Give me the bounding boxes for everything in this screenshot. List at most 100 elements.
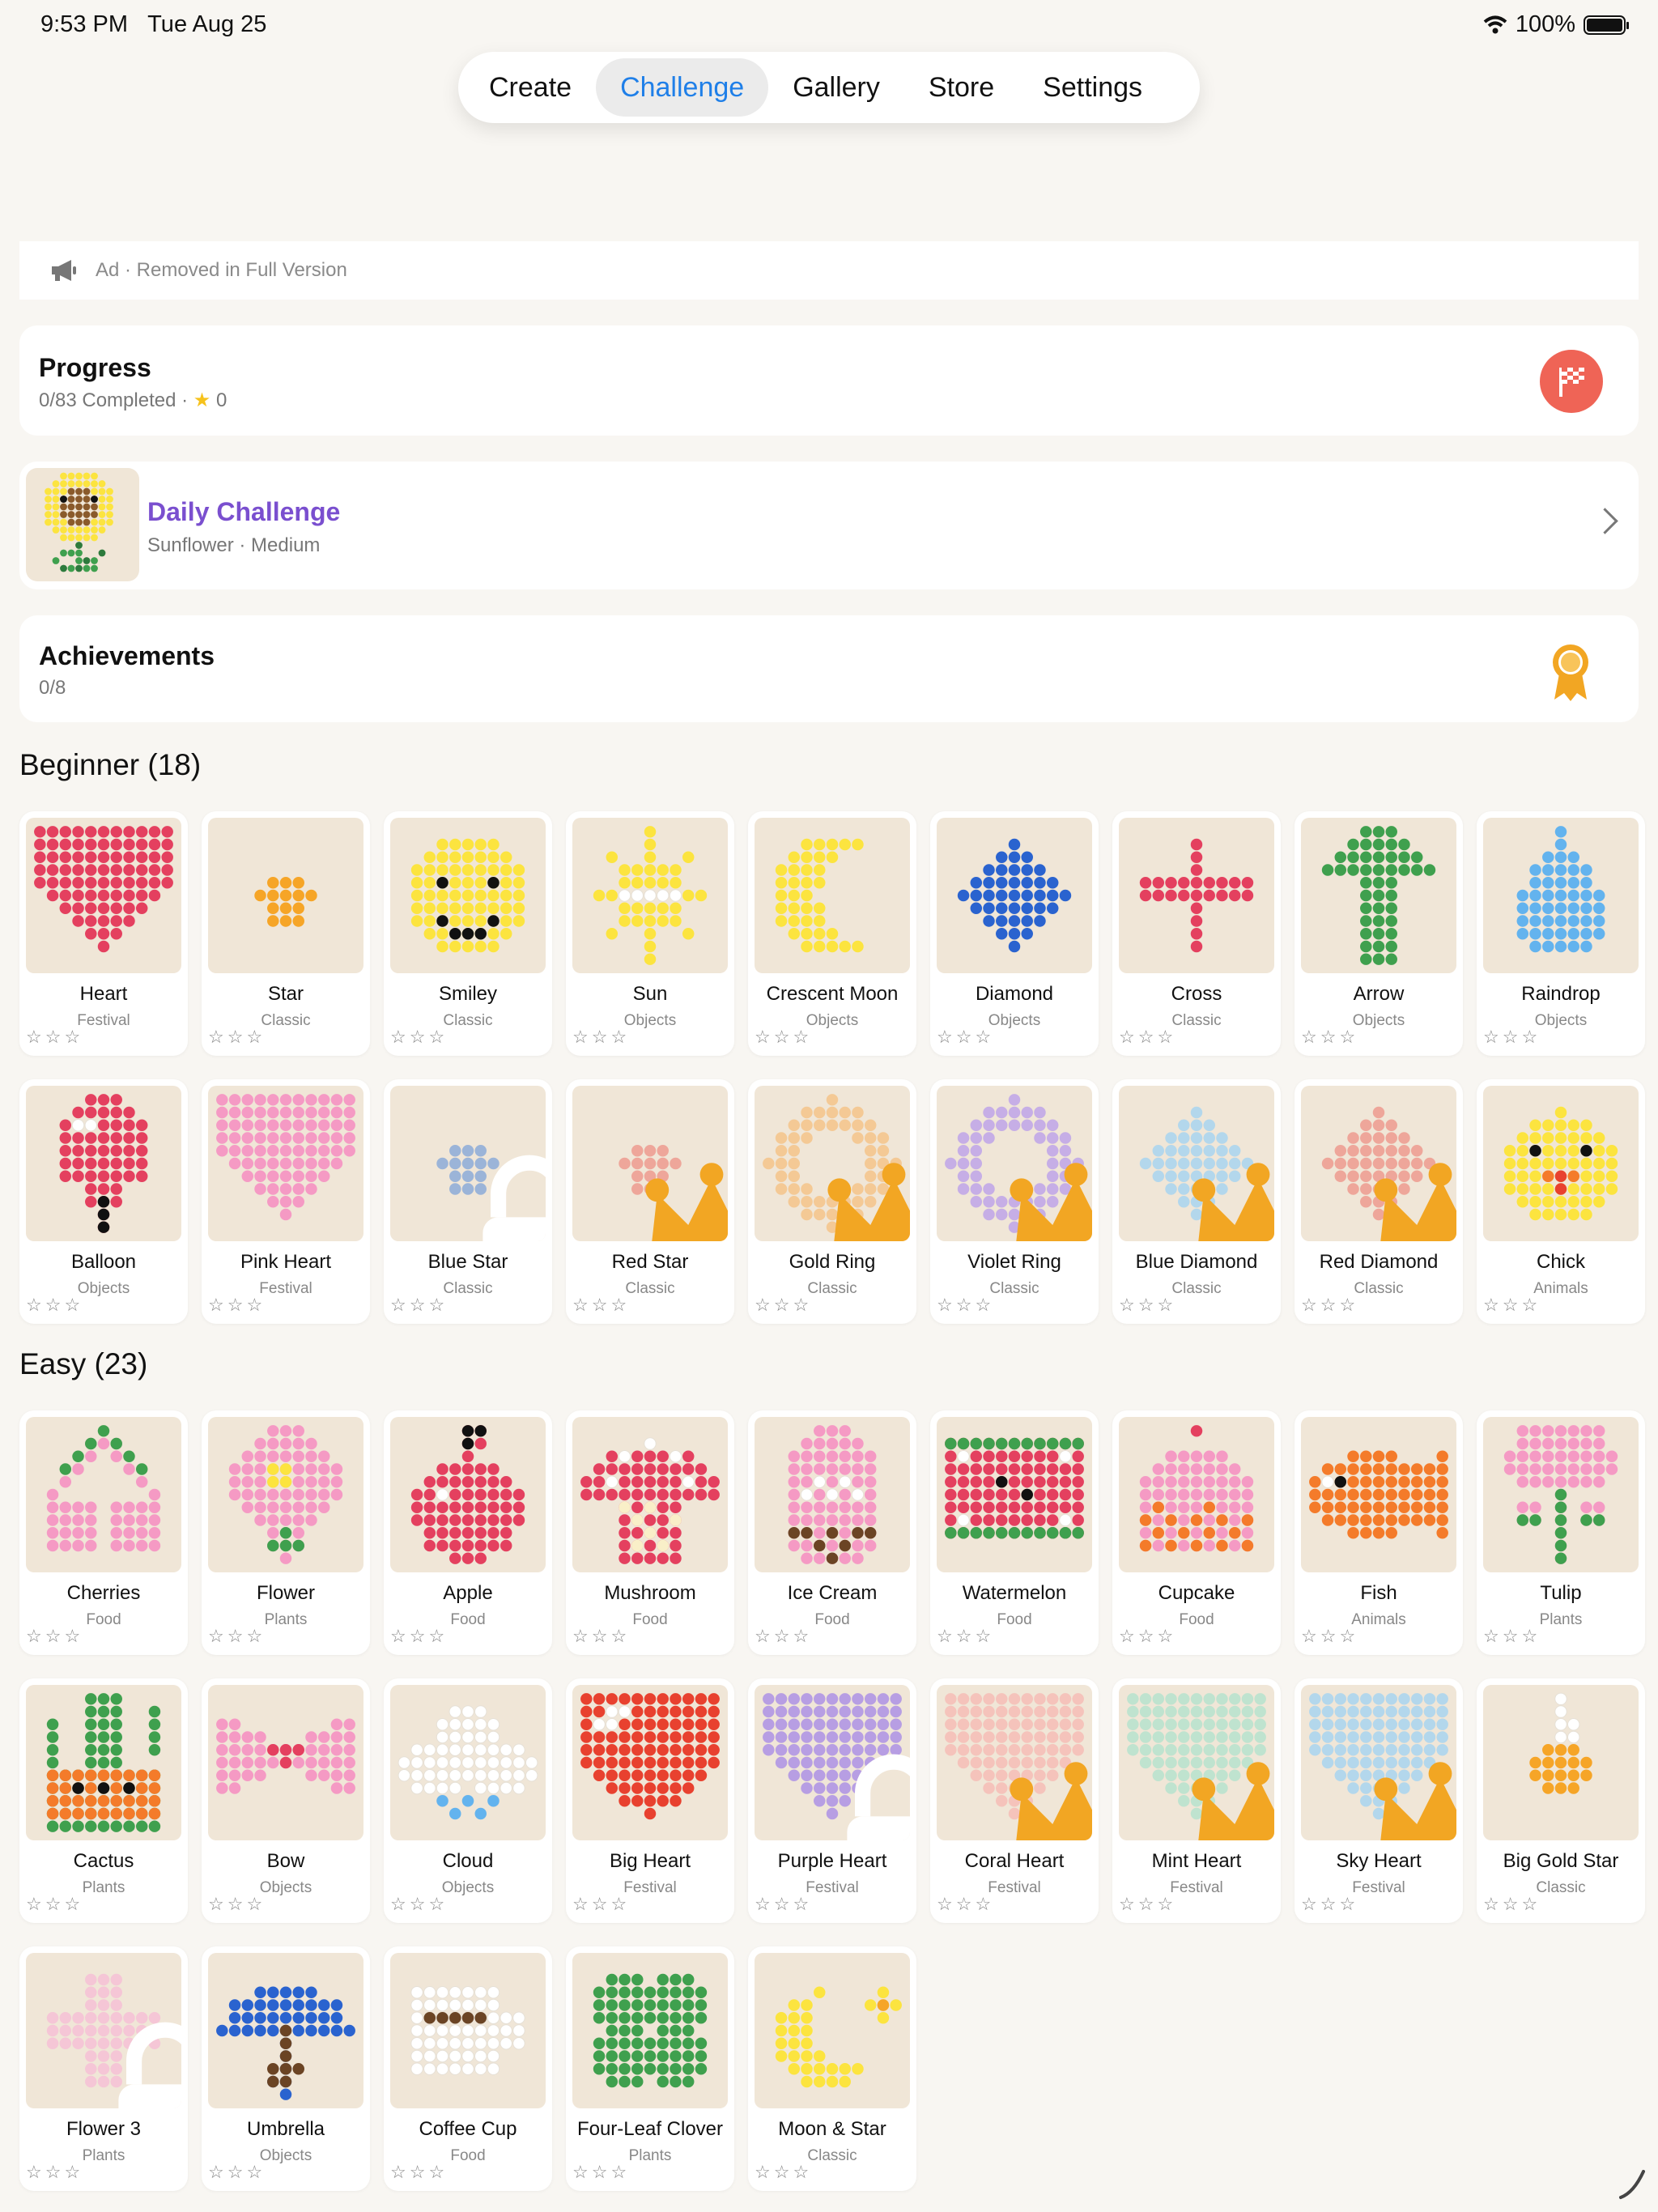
puzzle-tile[interactable]: Sky Heart Festival ☆☆☆	[1295, 1678, 1463, 1923]
puzzle-tile[interactable]: Flower Plants ☆☆☆	[202, 1410, 370, 1655]
puzzle-thumbnail	[572, 1417, 728, 1572]
puzzle-tile[interactable]: Heart Festival ☆☆☆	[19, 811, 188, 1056]
puzzle-tile[interactable]: Mushroom Food ☆☆☆	[566, 1410, 734, 1655]
bead-art	[593, 1973, 708, 2088]
puzzle-tile[interactable]: Ice Cream Food ☆☆☆	[748, 1410, 916, 1655]
tab-settings[interactable]: Settings	[1018, 58, 1167, 117]
puzzle-name: Diamond	[975, 983, 1054, 1005]
achievements-card[interactable]: Achievements 0/8	[19, 615, 1639, 722]
puzzle-thumbnail	[208, 818, 363, 973]
puzzle-tile[interactable]: Tulip Plants ☆☆☆	[1477, 1410, 1645, 1655]
daily-challenge-card[interactable]: Daily Challenge Sunflower · Medium	[19, 462, 1639, 589]
star-rating-icon: ☆☆☆	[572, 1027, 631, 1047]
puzzle-tile[interactable]: Apple Food ☆☆☆	[384, 1410, 552, 1655]
puzzle-tile[interactable]: Mint Heart Festival ☆☆☆	[1112, 1678, 1281, 1923]
daily-challenge-title: Daily Challenge	[147, 497, 341, 526]
puzzle-thumbnail	[1301, 1086, 1456, 1241]
battery-icon	[1584, 15, 1629, 35]
star-rating-icon: ☆☆☆	[572, 1894, 631, 1914]
puzzle-tile[interactable]: Cherries Food ☆☆☆	[19, 1410, 188, 1655]
puzzle-tile[interactable]: Crescent Moon Objects ☆☆☆	[748, 811, 916, 1056]
puzzle-tile[interactable]: Gold Ring Classic ☆☆☆	[748, 1079, 916, 1324]
tab-create[interactable]: Create	[465, 58, 596, 117]
puzzle-tile[interactable]: Violet Ring Classic ☆☆☆	[930, 1079, 1099, 1324]
puzzle-tile[interactable]: Smiley Classic ☆☆☆	[384, 811, 552, 1056]
bead-art	[593, 826, 708, 965]
puzzle-tile[interactable]: Coral Heart Festival ☆☆☆	[930, 1678, 1099, 1923]
puzzle-tile[interactable]: Watermelon Food ☆☆☆	[930, 1410, 1099, 1655]
bead-art	[1503, 1106, 1618, 1221]
puzzle-tile[interactable]: Blue Diamond Classic ☆☆☆	[1112, 1079, 1281, 1324]
bead-art	[216, 1094, 355, 1221]
crown-icon	[827, 1163, 910, 1241]
puzzle-tile[interactable]: Blue Star Classic ☆☆☆	[384, 1079, 552, 1324]
puzzle-tile[interactable]: Purple Heart Festival ☆☆☆	[748, 1678, 916, 1923]
puzzle-tile[interactable]: Umbrella Objects ☆☆☆	[202, 1946, 370, 2191]
tab-gallery[interactable]: Gallery	[768, 58, 904, 117]
puzzle-tile[interactable]: Cactus Plants ☆☆☆	[19, 1678, 188, 1923]
star-rating-icon: ☆☆☆	[755, 1295, 813, 1315]
puzzle-tile[interactable]: Red Diamond Classic ☆☆☆	[1295, 1079, 1463, 1324]
puzzle-name: Big Gold Star	[1503, 1850, 1619, 1872]
scroll-indicator[interactable]	[1618, 2168, 1647, 2201]
puzzle-thumbnail	[26, 1953, 181, 2108]
puzzle-thumbnail	[390, 1417, 546, 1572]
star-rating-icon: ☆☆☆	[1301, 1295, 1359, 1315]
puzzle-name: Red Diamond	[1319, 1251, 1439, 1273]
puzzle-name: Apple	[443, 1582, 493, 1604]
puzzle-tile[interactable]: Raindrop Objects ☆☆☆	[1477, 811, 1645, 1056]
star-rating-icon: ☆☆☆	[937, 1295, 995, 1315]
puzzle-thumbnail	[1119, 818, 1274, 973]
lock-icon	[847, 1754, 910, 1840]
puzzle-tile[interactable]: Chick Animals ☆☆☆	[1477, 1079, 1645, 1324]
checkered-flag-icon[interactable]	[1540, 350, 1603, 413]
puzzle-tile[interactable]: Pink Heart Festival ☆☆☆	[202, 1079, 370, 1324]
bead-art	[34, 826, 173, 953]
puzzle-thumbnail	[208, 1953, 363, 2108]
puzzle-name: Smiley	[438, 983, 497, 1005]
progress-title: Progress	[39, 353, 151, 382]
puzzle-tile[interactable]: Coffee Cup Food ☆☆☆	[384, 1946, 552, 2191]
puzzle-tile[interactable]: Big Heart Festival ☆☆☆	[566, 1678, 734, 1923]
puzzle-tile[interactable]: Bow Objects ☆☆☆	[202, 1678, 370, 1923]
puzzle-tile[interactable]: Fish Animals ☆☆☆	[1295, 1410, 1463, 1655]
crown-icon	[1374, 1762, 1456, 1840]
puzzle-thumbnail	[208, 1417, 363, 1572]
star-rating-icon: ☆☆☆	[26, 1626, 84, 1646]
puzzle-name: Cloud	[442, 1850, 494, 1872]
puzzle-tile[interactable]: Diamond Objects ☆☆☆	[930, 811, 1099, 1056]
puzzle-name: Arrow	[1353, 983, 1405, 1005]
puzzle-tile[interactable]: Star Classic ☆☆☆	[202, 811, 370, 1056]
tab-store[interactable]: Store	[904, 58, 1018, 117]
puzzle-tile[interactable]: Moon & Star Classic ☆☆☆	[748, 1946, 916, 2191]
puzzle-tile[interactable]: Red Star Classic ☆☆☆	[566, 1079, 734, 1324]
puzzle-thumbnail	[755, 1953, 910, 2108]
ad-banner[interactable]: Ad · Removed in Full Version	[19, 241, 1639, 300]
puzzle-name: Flower	[256, 1582, 315, 1604]
star-rating-icon: ☆☆☆	[208, 1027, 266, 1047]
puzzle-thumbnail	[1119, 1417, 1274, 1572]
puzzle-tile[interactable]: Cupcake Food ☆☆☆	[1112, 1410, 1281, 1655]
progress-card[interactable]: Progress 0/83 Completed · ★ 0	[19, 325, 1639, 436]
puzzle-tile[interactable]: Flower 3 Plants ☆☆☆	[19, 1946, 188, 2191]
section-title-easy: Easy (23)	[19, 1347, 148, 1380]
puzzle-thumbnail	[390, 1685, 546, 1840]
puzzle-tile[interactable]: Cloud Objects ☆☆☆	[384, 1678, 552, 1923]
star-rating-icon: ☆☆☆	[208, 2162, 266, 2182]
puzzle-thumbnail	[1483, 1086, 1639, 1241]
puzzle-tile[interactable]: Big Gold Star Classic ☆☆☆	[1477, 1678, 1645, 1923]
crown-icon	[1192, 1762, 1274, 1840]
ad-text: Ad · Removed in Full Version	[96, 259, 347, 281]
bead-art	[410, 1986, 525, 2075]
tab-challenge[interactable]: Challenge	[596, 58, 769, 117]
bead-art	[228, 1425, 343, 1564]
puzzle-tile[interactable]: Arrow Objects ☆☆☆	[1295, 811, 1463, 1056]
puzzle-tile[interactable]: Four-Leaf Clover Plants ☆☆☆	[566, 1946, 734, 2191]
star-rating-icon: ☆☆☆	[26, 1027, 84, 1047]
star-rating-icon: ☆☆☆	[390, 1295, 449, 1315]
megaphone-icon	[52, 260, 76, 281]
puzzle-tile[interactable]: Cross Classic ☆☆☆	[1112, 811, 1281, 1056]
puzzle-tile[interactable]: Sun Objects ☆☆☆	[566, 811, 734, 1056]
puzzle-name: Blue Diamond	[1135, 1251, 1258, 1273]
puzzle-tile[interactable]: Balloon Objects ☆☆☆	[19, 1079, 188, 1324]
